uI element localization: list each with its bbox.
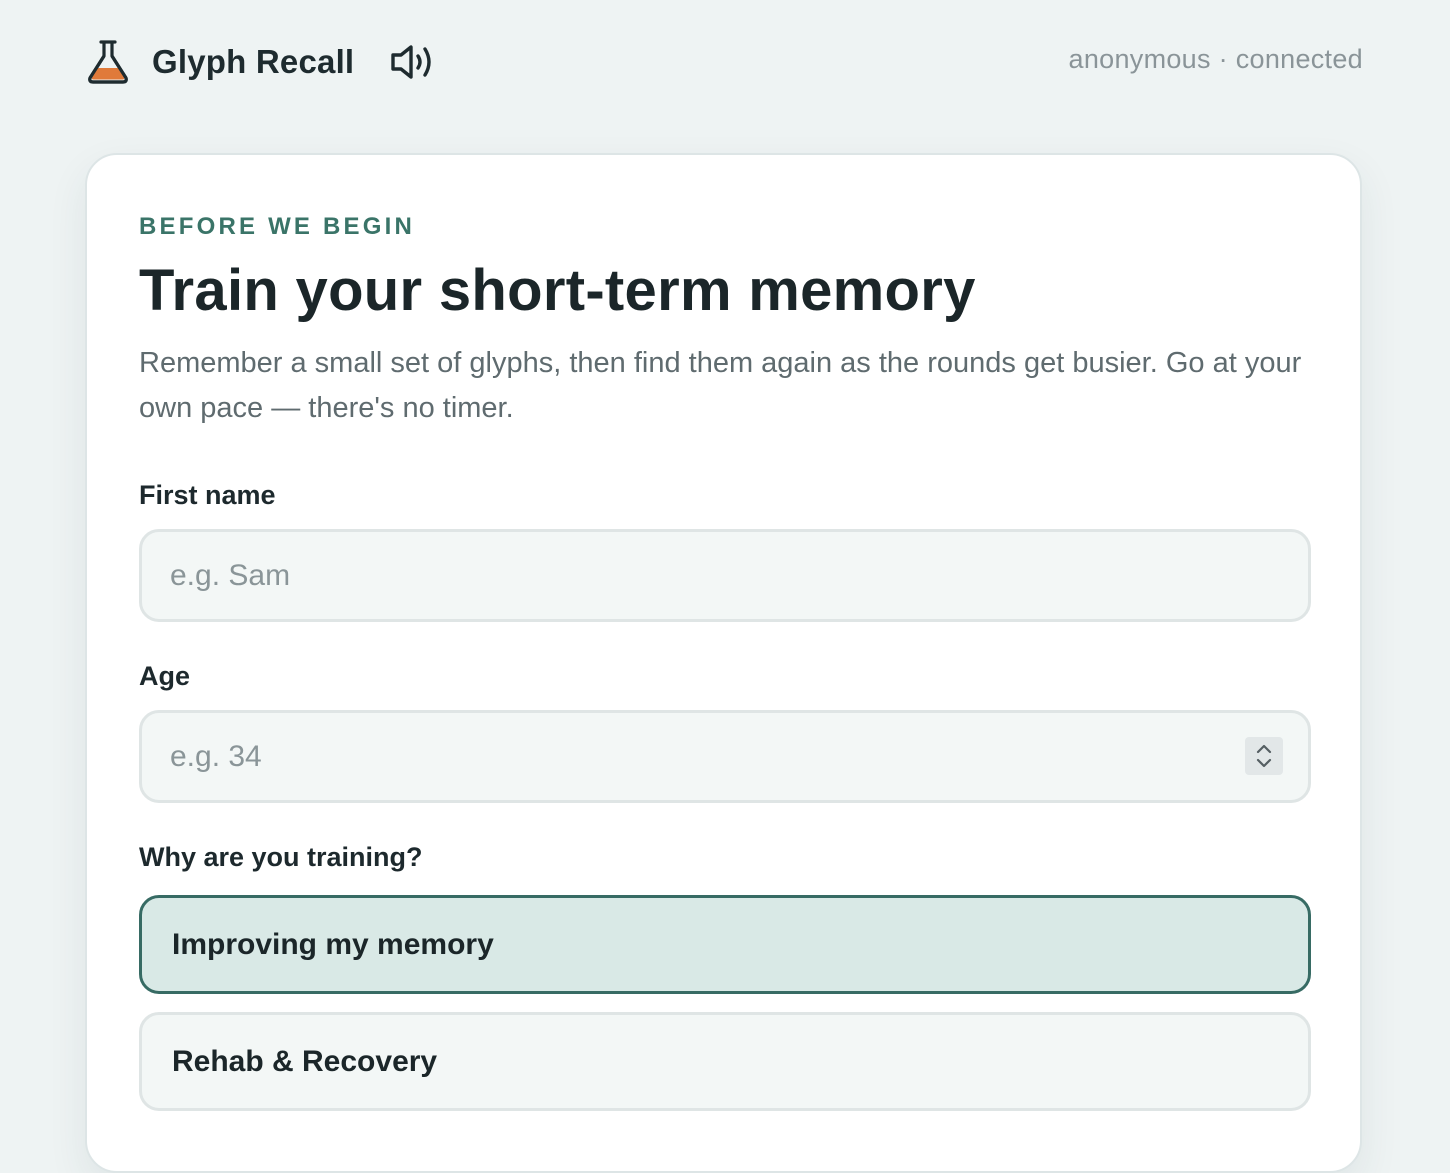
flask-icon — [84, 38, 132, 86]
age-label: Age — [139, 661, 191, 691]
page-subtitle: Remember a small set of glyphs, then fin… — [139, 347, 1302, 424]
option-label: Improving my memory — [172, 927, 494, 961]
onboarding-card: BEFORE WE BEGIN Train your short-term me… — [85, 153, 1362, 1173]
connection-status: anonymous · connected — [1068, 44, 1363, 74]
reason-label: Why are you training? — [139, 842, 423, 872]
eyebrow-label: BEFORE WE BEGIN — [139, 213, 416, 240]
first-name-input[interactable] — [139, 529, 1311, 622]
reason-option-rehab-recovery[interactable]: Rehab & Recovery — [139, 1012, 1311, 1111]
app-title: Glyph Recall — [152, 43, 355, 80]
option-label: Rehab & Recovery — [172, 1044, 438, 1078]
chevron-up-down-icon — [1256, 744, 1272, 768]
brand: Glyph Recall — [84, 36, 438, 88]
reason-option-improving-memory[interactable]: Improving my memory — [139, 895, 1311, 994]
page-title: Train your short-term memory — [139, 258, 976, 323]
speaker-icon[interactable] — [388, 38, 438, 86]
app-header: Glyph Recall anonymous · connected — [0, 0, 1450, 124]
first-name-label: First name — [139, 480, 276, 510]
age-input[interactable] — [139, 710, 1311, 803]
age-stepper[interactable] — [1245, 737, 1283, 775]
